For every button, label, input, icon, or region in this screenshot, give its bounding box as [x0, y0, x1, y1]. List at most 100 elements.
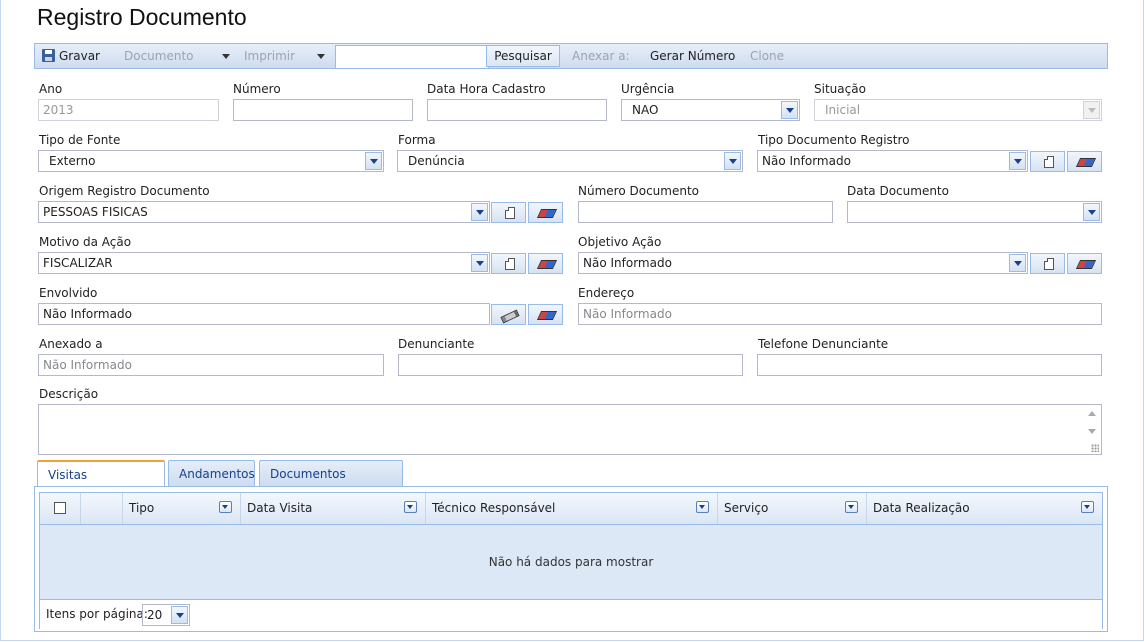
ano-label: Ano	[39, 82, 63, 96]
per-page-label: Itens por página:	[46, 607, 148, 621]
tab-andamentos[interactable]: Andamentos	[168, 460, 255, 486]
endereco-field[interactable]: Não Informado	[578, 303, 1102, 325]
select-all-checkbox[interactable]	[54, 502, 66, 514]
objetivo-clear-button[interactable]	[1067, 253, 1102, 274]
resize-grip-icon[interactable]	[1091, 444, 1099, 452]
chevron-down-icon[interactable]	[1009, 254, 1026, 272]
descricao-textarea[interactable]	[38, 404, 1102, 455]
column-data-realizacao[interactable]: Data Realização	[867, 493, 1102, 524]
origem-label: Origem Registro Documento	[39, 184, 210, 198]
origem-clear-button[interactable]	[528, 202, 563, 223]
chevron-down-icon[interactable]	[696, 501, 709, 513]
motivo-new-button[interactable]	[491, 253, 526, 274]
new-page-icon	[1044, 156, 1054, 168]
per-page-select[interactable]: 20	[142, 604, 190, 626]
denunciante-label: Denunciante	[398, 337, 475, 351]
objetivo-select[interactable]: Não Informado	[578, 252, 1028, 274]
column-servico-label: Serviço	[724, 501, 769, 515]
arrow-up-icon	[1088, 411, 1096, 416]
blank-column	[81, 493, 123, 524]
motivo-clear-button[interactable]	[528, 253, 563, 274]
chevron-down-icon[interactable]	[365, 152, 382, 170]
data-hora-label: Data Hora Cadastro	[427, 82, 546, 96]
empty-message: Não há dados para mostrar	[40, 525, 1102, 599]
chevron-down-icon[interactable]	[404, 501, 417, 513]
save-button[interactable]: Gravar	[42, 44, 100, 68]
origem-new-button[interactable]	[491, 202, 526, 223]
tipo-fonte-value: Externo	[49, 154, 96, 168]
documento-menu[interactable]: Documento	[124, 44, 230, 68]
save-button-label: Gravar	[59, 49, 100, 63]
tipo-doc-select[interactable]: Não Informado	[757, 150, 1028, 172]
data-hora-field[interactable]	[427, 99, 607, 121]
chevron-down-icon[interactable]	[781, 101, 798, 119]
origem-select[interactable]: PESSOAS FISICAS	[38, 201, 490, 223]
situacao-value: Inicial	[825, 103, 861, 117]
forma-select[interactable]: Denúncia	[397, 150, 743, 172]
urgencia-label: Urgência	[621, 82, 675, 96]
numero-field[interactable]	[233, 99, 413, 121]
new-page-icon	[505, 258, 515, 270]
pesquisar-button[interactable]: Pesquisar	[486, 45, 560, 67]
save-icon	[42, 49, 55, 62]
chevron-down-icon[interactable]	[471, 254, 488, 272]
numero-doc-field[interactable]	[578, 201, 833, 223]
anexado-label: Anexado a	[39, 337, 103, 351]
objetivo-label: Objetivo Ação	[578, 235, 662, 249]
chevron-down-icon[interactable]	[171, 606, 188, 624]
column-tecnico[interactable]: Técnico Responsável	[426, 493, 718, 524]
chevron-down-icon[interactable]	[1083, 203, 1100, 221]
telefone-field[interactable]	[757, 354, 1102, 376]
urgencia-value: NAO	[632, 103, 659, 117]
gerar-numero-button[interactable]: Gerar Número	[650, 44, 735, 68]
chevron-down-icon[interactable]	[471, 203, 488, 221]
objetivo-new-button[interactable]	[1030, 253, 1065, 274]
chevron-down-icon[interactable]	[845, 501, 858, 513]
column-data-visita-label: Data Visita	[247, 501, 313, 515]
tab-visitas-programadas[interactable]: Visitas Programadas	[37, 460, 165, 508]
motivo-value: FISCALIZAR	[43, 256, 113, 270]
pencil-icon	[500, 309, 520, 324]
chevron-down-icon[interactable]	[219, 501, 232, 513]
numero-doc-label: Número Documento	[578, 184, 699, 198]
descricao-label: Descrição	[39, 387, 99, 401]
anexar-button[interactable]: Anexar a:	[572, 44, 630, 68]
envolvido-clear-button[interactable]	[528, 304, 563, 325]
column-tecnico-label: Técnico Responsável	[432, 501, 556, 515]
chevron-down-icon[interactable]	[724, 152, 741, 170]
data-doc-field[interactable]	[847, 201, 1102, 223]
eraser-icon	[536, 311, 558, 320]
tipo-doc-clear-button[interactable]	[1067, 151, 1102, 172]
page-title: Registro Documento	[37, 4, 247, 30]
eraser-icon	[1075, 158, 1097, 167]
urgencia-select[interactable]: NAO	[621, 99, 800, 121]
anexado-field[interactable]: Não Informado	[38, 354, 384, 376]
denunciante-field[interactable]	[398, 354, 743, 376]
grid-header: Tipo Data Visita Técnico Responsável Ser…	[40, 493, 1102, 525]
forma-value: Denúncia	[408, 154, 465, 168]
tab-documentos-anexados[interactable]: Documentos Anexados	[259, 460, 403, 507]
column-servico[interactable]: Serviço	[718, 493, 867, 524]
situacao-select: Inicial	[814, 99, 1102, 121]
motivo-select[interactable]: FISCALIZAR	[38, 252, 490, 274]
tipo-fonte-select[interactable]: Externo	[38, 150, 384, 172]
search-input[interactable]	[335, 45, 489, 69]
grid-footer: Itens por página: 20	[40, 599, 1102, 629]
column-data-visita[interactable]: Data Visita	[241, 493, 426, 524]
tipo-doc-new-button[interactable]	[1030, 151, 1065, 172]
envolvido-field[interactable]: Não Informado	[38, 303, 490, 325]
column-tipo[interactable]: Tipo	[123, 493, 241, 524]
chevron-down-icon[interactable]	[1081, 501, 1094, 513]
toolbar: Gravar Documento Imprimir Pesquisar Anex…	[34, 43, 1108, 69]
chevron-down-icon[interactable]	[1009, 152, 1026, 170]
situacao-label: Situação	[814, 82, 866, 96]
clone-button[interactable]: Clone	[750, 44, 784, 68]
envolvido-label: Envolvido	[39, 286, 98, 300]
column-tipo-label: Tipo	[129, 501, 155, 515]
tipo-doc-label: Tipo Documento Registro	[758, 133, 910, 147]
ano-field[interactable]: 2013	[38, 99, 219, 121]
envolvido-edit-button[interactable]	[491, 304, 526, 325]
imprimir-menu[interactable]: Imprimir	[244, 44, 326, 68]
origem-value: PESSOAS FISICAS	[43, 205, 148, 219]
numero-label: Número	[233, 82, 281, 96]
